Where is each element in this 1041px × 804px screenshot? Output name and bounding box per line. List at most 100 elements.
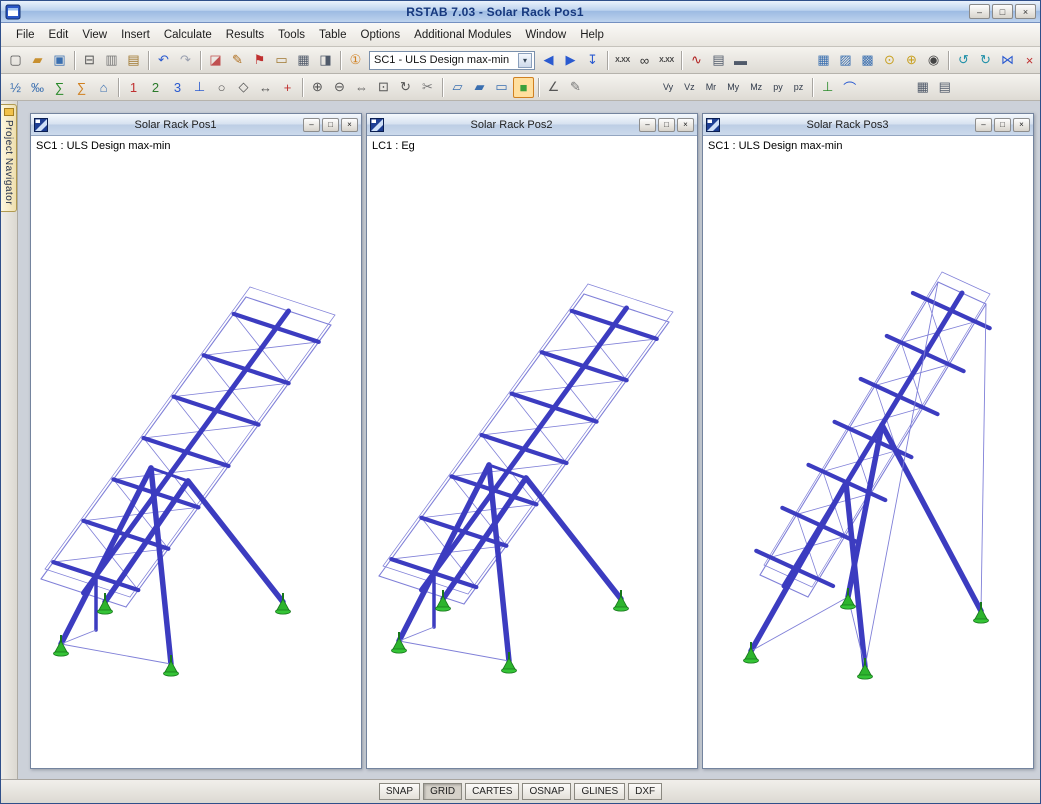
clipping-plane-icon[interactable]: ✂	[417, 77, 438, 98]
menu-tools[interactable]: Tools	[271, 25, 312, 45]
child-titlebar[interactable]: Solar Rack Pos2 – □ ×	[367, 114, 697, 136]
decimal-places-icon[interactable]: X.XX	[612, 50, 633, 71]
menu-table[interactable]: Table	[312, 25, 354, 45]
menu-window[interactable]: Window	[518, 25, 573, 45]
menu-help[interactable]: Help	[573, 25, 611, 45]
delete-icon[interactable]: ×	[1019, 50, 1040, 71]
close-button[interactable]: ×	[1015, 4, 1036, 19]
paste-icon[interactable]: ▤	[123, 50, 144, 71]
snap-pin-icon[interactable]: ⊙	[879, 50, 900, 71]
menu-file[interactable]: File	[9, 25, 42, 45]
child-titlebar[interactable]: Solar Rack Pos1 – □ ×	[31, 114, 361, 136]
zoom-window-icon[interactable]: ⊡	[373, 77, 394, 98]
grid-points-icon[interactable]: ▦	[813, 50, 834, 71]
new-file-icon[interactable]: ▢	[5, 50, 26, 71]
menu-view[interactable]: View	[75, 25, 114, 45]
menu-insert[interactable]: Insert	[114, 25, 157, 45]
menu-calculate[interactable]: Calculate	[157, 25, 219, 45]
work-plane-icon[interactable]: ▩	[857, 50, 878, 71]
find-icon[interactable]: ◉	[923, 50, 944, 71]
rotate-view-icon[interactable]: ↻	[395, 77, 416, 98]
pan-icon[interactable]: ⇔	[351, 77, 372, 98]
snap-ratio-icon[interactable]: ½	[5, 77, 26, 98]
report-icon[interactable]: ▤	[934, 77, 955, 98]
child-maximize-button[interactable]: □	[994, 117, 1011, 132]
status-grid[interactable]: GRID	[423, 783, 463, 800]
project-navigator-tab[interactable]: Project Navigator	[1, 104, 17, 213]
print-icon[interactable]: ⊟	[79, 50, 100, 71]
child-close-button[interactable]: ×	[1013, 117, 1030, 132]
toggle-load-py[interactable]: py	[768, 78, 788, 96]
menu-edit[interactable]: Edit	[42, 25, 76, 45]
menu-options[interactable]: Options	[354, 25, 408, 45]
table-grid-icon[interactable]: ▦	[912, 77, 933, 98]
child-titlebar[interactable]: Solar Rack Pos3 – □ ×	[703, 114, 1033, 136]
sum-loads-icon[interactable]: ∑	[49, 77, 70, 98]
home-view-icon[interactable]: ⌂	[93, 77, 114, 98]
next-load-case-icon[interactable]: ▶	[560, 50, 581, 71]
toggle-torsion-mt[interactable]: Mr	[701, 78, 722, 96]
toggle-moment-my[interactable]: My	[722, 78, 744, 96]
load-case-select[interactable]: SC1 - ULS Design max-min ▾	[369, 50, 535, 70]
model-viewport[interactable]: LC1 : Eg	[367, 136, 697, 768]
status-cartes[interactable]: CARTES	[465, 783, 520, 800]
child-minimize-button[interactable]: –	[975, 117, 992, 132]
support-display-icon[interactable]: ⊥	[189, 77, 210, 98]
move-pin-icon[interactable]: ⊕	[901, 50, 922, 71]
printout-report-icon[interactable]: ▤	[708, 50, 729, 71]
hinge-display-icon[interactable]: ○	[211, 77, 232, 98]
view-yz-icon[interactable]: ▭	[491, 77, 512, 98]
titlebar[interactable]: RSTAB 7.03 - Solar Rack Pos1 – □ ×	[1, 1, 1040, 23]
minimize-button[interactable]: –	[969, 4, 990, 19]
axes-icon[interactable]: +	[277, 77, 298, 98]
toggle-load-pz[interactable]: pz	[789, 78, 809, 96]
previous-load-case-icon[interactable]: ◀	[538, 50, 559, 71]
open-folder-icon[interactable]: ▰	[27, 50, 48, 71]
goto-load-case-icon[interactable]: ↧	[582, 50, 603, 71]
mirror-icon[interactable]: ⋈	[997, 50, 1018, 71]
load-case-list-icon[interactable]: ①	[345, 50, 366, 71]
save-icon[interactable]: ▣	[49, 50, 70, 71]
rotate-ccw-icon[interactable]: ↺	[953, 50, 974, 71]
redo-icon[interactable]: ↷	[175, 50, 196, 71]
rotate-cw-icon[interactable]: ↻	[975, 50, 996, 71]
background-grid-icon[interactable]: ▨	[835, 50, 856, 71]
zoom-in-icon[interactable]: ⊕	[307, 77, 328, 98]
renumber-flag-icon[interactable]: ⚑	[249, 50, 270, 71]
child-minimize-button[interactable]: –	[639, 117, 656, 132]
status-snap[interactable]: SNAP	[378, 783, 421, 800]
animation-icon[interactable]: ▬	[730, 50, 751, 71]
member-numbering-icon[interactable]: 2	[145, 77, 166, 98]
node-display-icon[interactable]: ◇	[233, 77, 254, 98]
isometric-view-icon[interactable]: ■	[513, 76, 534, 98]
copy-icon[interactable]: ▥	[101, 50, 122, 71]
eraser-icon[interactable]: ◪	[205, 50, 226, 71]
comment-icon[interactable]: ✎	[565, 77, 586, 98]
result-values-icon[interactable]: ∞	[634, 50, 655, 71]
maximize-button[interactable]: □	[992, 4, 1013, 19]
measure-angle-icon[interactable]: ∠	[543, 77, 564, 98]
model-viewport[interactable]: SC1 : ULS Design max-min	[31, 136, 361, 768]
child-minimize-button[interactable]: –	[303, 117, 320, 132]
status-osnap[interactable]: OSNAP	[522, 783, 572, 800]
exponent-format-icon[interactable]: X.XX	[656, 50, 677, 71]
model-viewport[interactable]: SC1 : ULS Design max-min	[703, 136, 1033, 768]
toggle-shear-vy[interactable]: Vy	[658, 78, 678, 96]
child-maximize-button[interactable]: □	[658, 117, 675, 132]
menu-results[interactable]: Results	[219, 25, 271, 45]
child-close-button[interactable]: ×	[341, 117, 358, 132]
node-numbering-icon[interactable]: 1	[123, 77, 144, 98]
toggle-moment-mz[interactable]: Mz	[745, 78, 767, 96]
result-diagram-icon[interactable]: ∿	[686, 50, 707, 71]
view-xz-icon[interactable]: ▰	[469, 77, 490, 98]
support-reactions-icon[interactable]: ⊥	[817, 77, 838, 98]
deformation-icon[interactable]: ⌒	[839, 77, 860, 98]
child-maximize-button[interactable]: □	[322, 117, 339, 132]
navigator-panel-icon[interactable]: ◨	[315, 50, 336, 71]
edit-pencil-icon[interactable]: ✎	[227, 50, 248, 71]
clipboard-icon[interactable]: ▭	[271, 50, 292, 71]
status-glines[interactable]: GLINES	[574, 783, 626, 800]
toggle-shear-vz[interactable]: Vz	[679, 78, 700, 96]
menu-additional-modules[interactable]: Additional Modules	[407, 25, 518, 45]
sum-masses-icon[interactable]: ∑	[71, 77, 92, 98]
